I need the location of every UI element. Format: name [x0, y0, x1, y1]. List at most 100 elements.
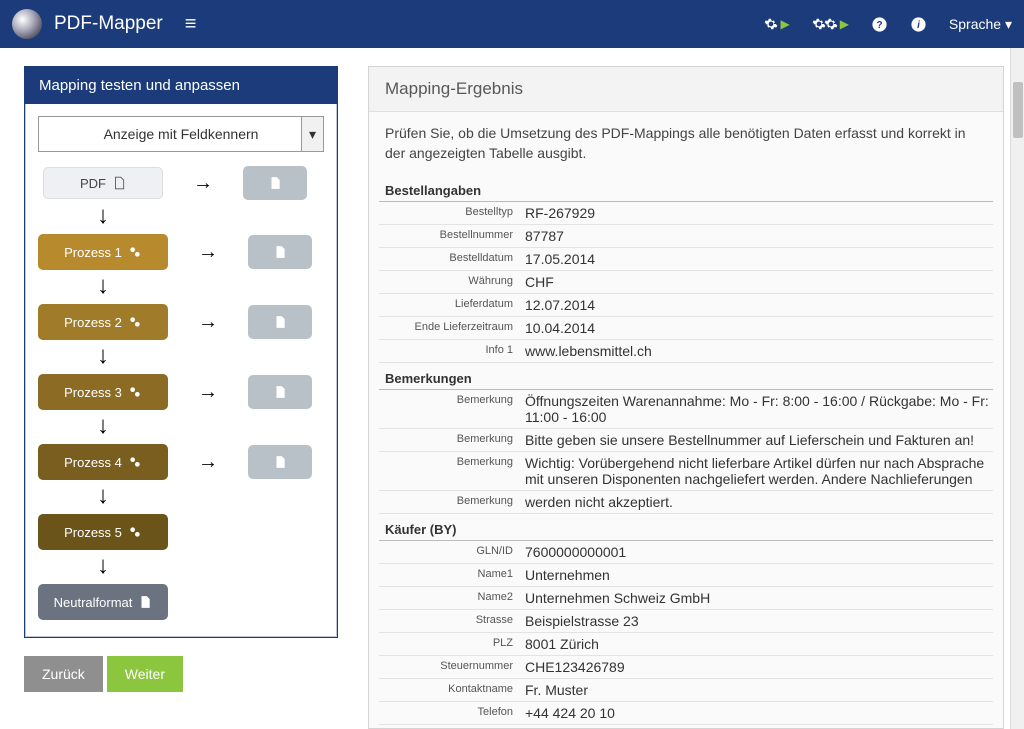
row-value: Wichtig: Vorübergehend nicht lieferbare …: [521, 452, 993, 490]
hamburger-icon[interactable]: ≡: [185, 13, 197, 36]
gear-play-button-1[interactable]: ▶: [764, 17, 789, 31]
data-row: SteuernummerCHE123426789: [379, 656, 993, 679]
node-process-2[interactable]: Prozess 2: [38, 304, 168, 340]
sidebar-panel: Mapping testen und anpassen Anzeige mit …: [24, 66, 338, 638]
scrollbar-thumb[interactable]: [1013, 82, 1023, 138]
row-label: Kontaktname: [379, 679, 521, 701]
section-header: Bestellangaben: [379, 179, 993, 202]
row-value: CHE123426789: [521, 656, 993, 678]
doc-button-pdf[interactable]: [243, 166, 307, 200]
row-value: Unternehmen: [521, 564, 993, 586]
row-label: Ende Lieferzeitraum: [379, 317, 521, 339]
svg-text:i: i: [917, 20, 920, 31]
arrow-down-icon: ↓: [38, 204, 168, 228]
gears-icon: [128, 245, 142, 259]
chevron-down-icon: ▾: [301, 117, 323, 151]
arrow-right-icon: →: [193, 172, 213, 195]
row-value: 87787: [521, 225, 993, 247]
node-process-4[interactable]: Prozess 4: [38, 444, 168, 480]
info-icon[interactable]: i: [910, 16, 927, 33]
data-row: Telefon+44 424 20 10: [379, 702, 993, 725]
data-row: WährungCHF: [379, 271, 993, 294]
row-value: 8001 Zürich: [521, 633, 993, 655]
row-value: +44 424 20 11: [521, 725, 993, 729]
row-label: GLN/ID: [379, 541, 521, 563]
svg-text:?: ?: [876, 20, 882, 31]
section-header: Käufer (BY): [379, 518, 993, 541]
arrow-right-icon: →: [198, 311, 218, 334]
pdf-icon: [112, 176, 126, 190]
data-row: KontaktnameFr. Muster: [379, 679, 993, 702]
gears-icon: [128, 455, 142, 469]
row-label: Bemerkung: [379, 452, 521, 490]
node-process-5[interactable]: Prozess 5: [38, 514, 168, 550]
row-label: Bestelltyp: [379, 202, 521, 224]
row-label: Name1: [379, 564, 521, 586]
data-row: Bestelldatum17.05.2014: [379, 248, 993, 271]
node-process-3[interactable]: Prozess 3: [38, 374, 168, 410]
gear-play-button-2[interactable]: ▶: [812, 17, 849, 31]
arrow-right-icon: →: [198, 381, 218, 404]
data-row: BestelltypRF-267929: [379, 202, 993, 225]
scrollbar[interactable]: [1010, 48, 1024, 729]
row-label: Bestellnummer: [379, 225, 521, 247]
row-value: 7600000000001: [521, 541, 993, 563]
result-panel: Mapping-Ergebnis Prüfen Sie, ob die Umse…: [368, 66, 1004, 729]
row-value: +44 424 20 10: [521, 702, 993, 724]
section-header: Bemerkungen: [379, 367, 993, 390]
doc-button-1[interactable]: [248, 235, 312, 269]
row-label: Info 1: [379, 340, 521, 362]
row-label: Name2: [379, 587, 521, 609]
sidebar-title: Mapping testen und anpassen: [25, 67, 337, 104]
language-dropdown[interactable]: Sprache ▾: [949, 16, 1012, 33]
arrow-down-icon: ↓: [38, 274, 168, 298]
data-row: Name2Unternehmen Schweiz GmbH: [379, 587, 993, 610]
node-pdf[interactable]: PDF: [43, 167, 163, 199]
arrow-down-icon: ↓: [38, 554, 168, 578]
data-row: Bestellnummer87787: [379, 225, 993, 248]
row-label: Fax: [379, 725, 521, 729]
row-value: 17.05.2014: [521, 248, 993, 270]
help-icon[interactable]: ?: [871, 16, 888, 33]
app-logo: [12, 9, 42, 39]
gears-icon: [128, 315, 142, 329]
app-title: PDF-Mapper: [54, 13, 163, 35]
node-process-1[interactable]: Prozess 1: [38, 234, 168, 270]
row-label: Bemerkung: [379, 429, 521, 451]
data-row: Bemerkungwerden nicht akzeptiert.: [379, 491, 993, 514]
row-label: Bemerkung: [379, 390, 521, 428]
data-row: Lieferdatum12.07.2014: [379, 294, 993, 317]
row-value: Unternehmen Schweiz GmbH: [521, 587, 993, 609]
data-row: Fax+44 424 20 11: [379, 725, 993, 729]
row-label: Lieferdatum: [379, 294, 521, 316]
gears-icon: [128, 385, 142, 399]
data-row: BemerkungWichtig: Vorübergehend nicht li…: [379, 452, 993, 491]
row-value: Bitte geben sie unsere Bestellnummer auf…: [521, 429, 993, 451]
data-row: Name1Unternehmen: [379, 564, 993, 587]
row-label: Strasse: [379, 610, 521, 632]
row-value: Beispielstrasse 23: [521, 610, 993, 632]
doc-button-4[interactable]: [248, 445, 312, 479]
row-value: werden nicht akzeptiert.: [521, 491, 993, 513]
row-value: Fr. Muster: [521, 679, 993, 701]
row-value: 12.07.2014: [521, 294, 993, 316]
display-dropdown[interactable]: Anzeige mit Feldkennern ▾: [38, 116, 324, 152]
node-neutralformat[interactable]: Neutralformat: [38, 584, 168, 620]
data-row: PLZ8001 Zürich: [379, 633, 993, 656]
data-row: GLN/ID7600000000001: [379, 541, 993, 564]
gears-icon: [128, 525, 142, 539]
row-value: 10.04.2014: [521, 317, 993, 339]
row-label: Bemerkung: [379, 491, 521, 513]
row-value: RF-267929: [521, 202, 993, 224]
dropdown-value: Anzeige mit Feldkennern: [104, 126, 259, 142]
row-value: Öffnungszeiten Warenannahme: Mo - Fr: 8:…: [521, 390, 993, 428]
row-value: CHF: [521, 271, 993, 293]
doc-button-2[interactable]: [248, 305, 312, 339]
topbar: PDF-Mapper ≡ ▶ ▶ ? i Sprache ▾: [0, 0, 1024, 48]
next-button[interactable]: Weiter: [107, 656, 183, 692]
data-row: StrasseBeispielstrasse 23: [379, 610, 993, 633]
data-row: Info 1www.lebensmittel.ch: [379, 340, 993, 363]
file-icon: [138, 595, 152, 609]
doc-button-3[interactable]: [248, 375, 312, 409]
back-button[interactable]: Zurück: [24, 656, 103, 692]
